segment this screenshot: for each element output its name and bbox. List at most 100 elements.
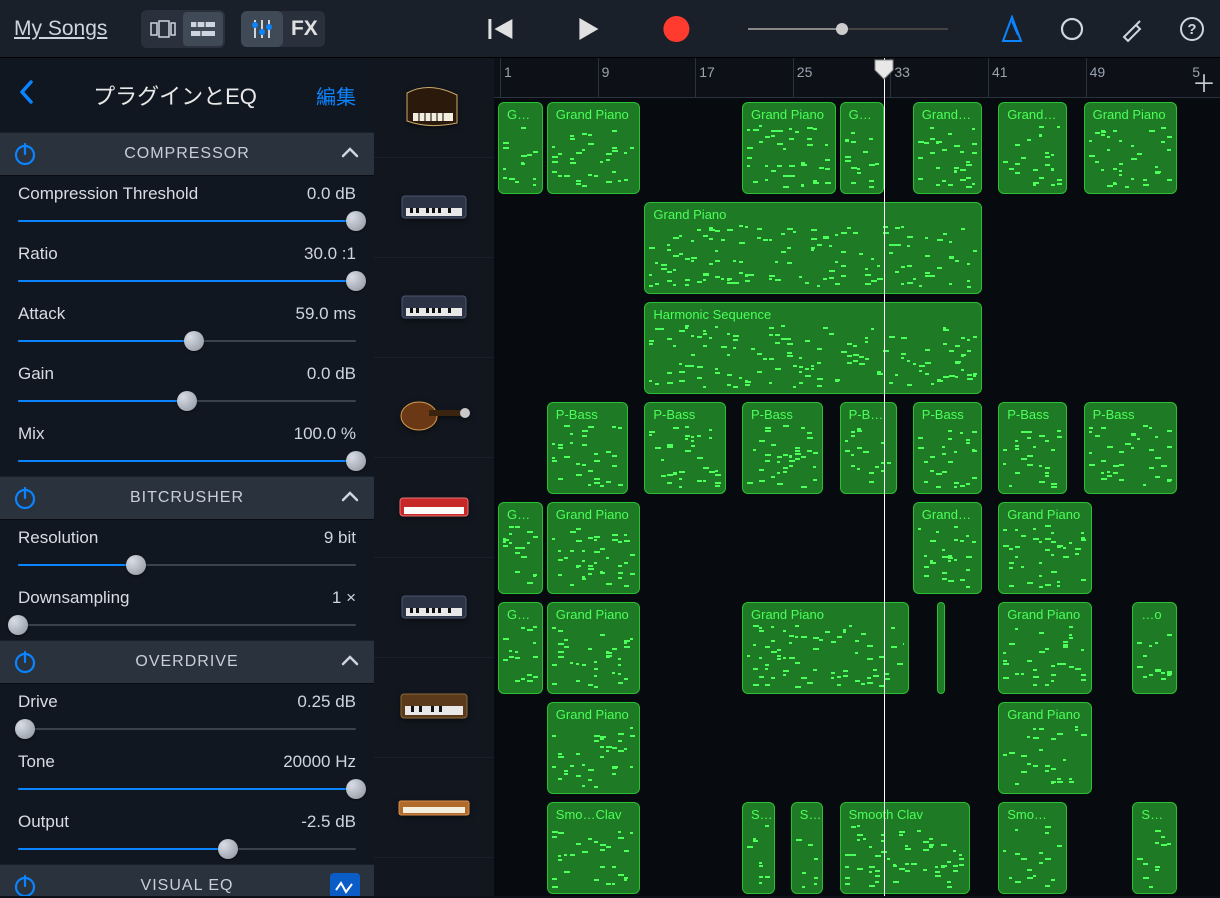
- track-header[interactable]: [374, 558, 494, 658]
- region[interactable]: Gr…no: [498, 602, 543, 694]
- region[interactable]: P-Bass: [644, 402, 725, 494]
- back-button[interactable]: [18, 79, 34, 112]
- region[interactable]: Grand Piano: [547, 502, 641, 594]
- region-name: P-Bass: [914, 403, 981, 424]
- midi-notes-icon: [552, 525, 636, 589]
- param-value: 59.0 ms: [296, 304, 356, 324]
- param-slider[interactable]: [18, 778, 356, 800]
- track-header[interactable]: [374, 58, 494, 158]
- param-slider[interactable]: [18, 614, 356, 636]
- param-value: 30.0 :1: [304, 244, 356, 264]
- effect-name: VISUAL EQ: [141, 877, 234, 895]
- track-lane: Gr…noGrand PianoGrand PianoGrand Piano…o: [494, 598, 1220, 698]
- regions-canvas[interactable]: Gr…noGrand PianoGrand PianoGr…noGrand Pi…: [494, 98, 1220, 896]
- track-lane: Smo…Clav S…v S…v Smooth Clav Smo…Clav S…v: [494, 798, 1220, 898]
- region[interactable]: Grand Piano: [998, 102, 1067, 194]
- region[interactable]: Grand Piano: [742, 102, 836, 194]
- region[interactable]: S…v: [791, 802, 824, 894]
- power-icon[interactable]: [12, 649, 38, 675]
- region[interactable]: Harmonic Sequence: [644, 302, 982, 394]
- fx-button[interactable]: FX: [283, 11, 325, 47]
- param-slider[interactable]: [18, 390, 356, 412]
- param-value: 0.0 dB: [307, 184, 356, 204]
- power-icon[interactable]: [12, 873, 38, 896]
- region[interactable]: S…v: [742, 802, 775, 894]
- effect-header[interactable]: OVERDRIVE: [0, 640, 374, 684]
- rewind-button[interactable]: [480, 9, 520, 49]
- param-slider[interactable]: [18, 270, 356, 292]
- midi-notes-icon: [918, 525, 977, 589]
- param-slider[interactable]: [18, 210, 356, 232]
- view-regions-icon[interactable]: [183, 12, 223, 46]
- midi-notes-icon: [1003, 525, 1087, 589]
- track-header[interactable]: [374, 258, 494, 358]
- power-icon[interactable]: [12, 485, 38, 511]
- position-scrubber[interactable]: [748, 19, 948, 39]
- region[interactable]: Grand Piano: [547, 102, 641, 194]
- playhead-marker-icon: [873, 58, 895, 80]
- region[interactable]: Grand Piano: [547, 602, 641, 694]
- play-button[interactable]: [568, 9, 608, 49]
- region[interactable]: Grand Piano: [998, 602, 1092, 694]
- my-songs-link[interactable]: My Songs: [14, 17, 107, 41]
- region[interactable]: Grand Piano: [998, 502, 1092, 594]
- param-label: Resolution: [18, 528, 98, 548]
- effect-header[interactable]: BITCRUSHER: [0, 476, 374, 520]
- param-slider[interactable]: [18, 330, 356, 352]
- region[interactable]: P-Bass: [742, 402, 823, 494]
- help-icon[interactable]: ?: [1176, 13, 1208, 45]
- region[interactable]: Gr…no: [498, 102, 543, 194]
- region[interactable]: Grand Piano: [547, 702, 641, 794]
- track-header[interactable]: [374, 658, 494, 758]
- region-name: Smo…Clav: [999, 803, 1066, 824]
- region[interactable]: Smo…Clav: [547, 802, 641, 894]
- param-slider[interactable]: [18, 554, 356, 576]
- mixer-icon[interactable]: [241, 11, 283, 47]
- power-icon[interactable]: [12, 141, 38, 167]
- ruler-label: 49: [1090, 64, 1106, 80]
- eq-tile-icon[interactable]: [330, 873, 360, 896]
- param-slider[interactable]: [18, 838, 356, 860]
- timeline-ruler[interactable]: ＋ 1917253341495: [494, 58, 1220, 98]
- view-tracks-icon[interactable]: [143, 12, 183, 46]
- region[interactable]: Grand Piano: [998, 702, 1092, 794]
- metronome-icon[interactable]: [996, 13, 1028, 45]
- region[interactable]: S…v: [1132, 802, 1177, 894]
- track-header[interactable]: [374, 158, 494, 258]
- region[interactable]: P-Bass: [1084, 402, 1178, 494]
- region[interactable]: P-Bass: [547, 402, 628, 494]
- param-label: Downsampling: [18, 588, 130, 608]
- track-header[interactable]: [374, 358, 494, 458]
- loop-icon[interactable]: [1056, 13, 1088, 45]
- param-slider[interactable]: [18, 450, 356, 472]
- region[interactable]: Gr…no: [840, 102, 885, 194]
- panel-edit-button[interactable]: 編集: [316, 81, 356, 110]
- effect-header[interactable]: VISUAL EQ: [0, 864, 374, 896]
- region[interactable]: P-Bass: [998, 402, 1067, 494]
- effect-name: OVERDRIVE: [135, 653, 238, 671]
- region[interactable]: Smo…Clav: [998, 802, 1067, 894]
- param-slider[interactable]: [18, 718, 356, 740]
- region[interactable]: Grand Piano: [913, 502, 982, 594]
- playhead[interactable]: [884, 58, 885, 896]
- track-header[interactable]: [374, 758, 494, 858]
- region[interactable]: P-Bass: [840, 402, 897, 494]
- settings-icon[interactable]: [1116, 13, 1148, 45]
- region[interactable]: Grand Piano: [1084, 102, 1178, 194]
- clav-icon: [395, 778, 473, 838]
- region-name: P-Bass: [548, 403, 627, 424]
- param-row: Resolution9 bit: [0, 520, 374, 580]
- region[interactable]: Grand Piano: [644, 202, 982, 294]
- region[interactable]: [937, 602, 945, 694]
- region[interactable]: Grand Piano: [913, 102, 982, 194]
- region[interactable]: …o: [1132, 602, 1177, 694]
- region[interactable]: P-Bass: [913, 402, 982, 494]
- track-header[interactable]: [374, 458, 494, 558]
- chevron-up-icon: [340, 489, 360, 508]
- piano-icon: [395, 78, 473, 138]
- midi-notes-icon: [1003, 425, 1062, 489]
- region[interactable]: Smooth Clav: [840, 802, 970, 894]
- effect-header[interactable]: COMPRESSOR: [0, 132, 374, 176]
- record-button[interactable]: [656, 9, 696, 49]
- region[interactable]: Gr…no: [498, 502, 543, 594]
